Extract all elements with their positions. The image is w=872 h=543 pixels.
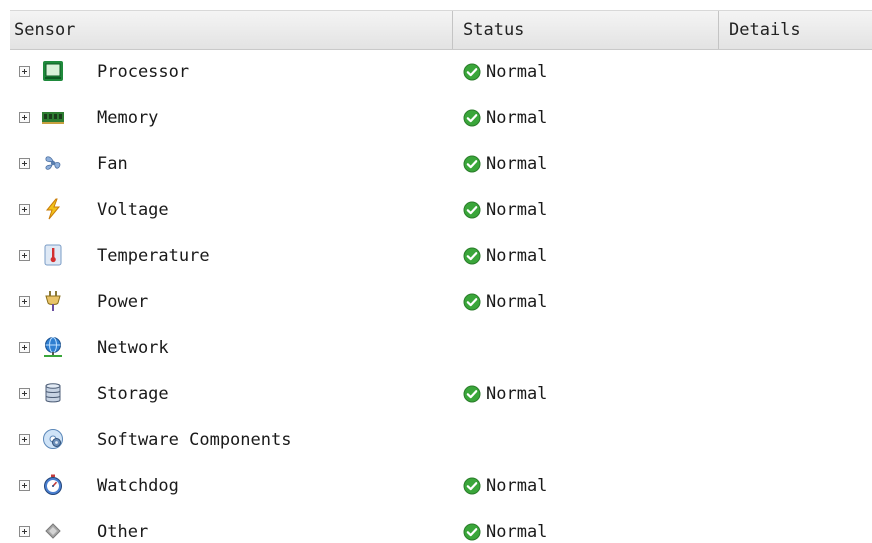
sensor-name: Memory: [97, 108, 159, 128]
table-row[interactable]: Software Components: [0, 418, 872, 464]
check-ok-icon: [463, 155, 481, 173]
sensor-name: Fan: [97, 154, 128, 174]
voltage-icon: [42, 198, 64, 220]
check-ok-icon: [463, 523, 481, 541]
status-text: Normal: [486, 62, 548, 82]
table-row[interactable]: Storage Normal: [0, 372, 872, 418]
expand-toggle-icon[interactable]: [19, 342, 30, 353]
sensor-name: Network: [97, 338, 169, 358]
status-text: Normal: [486, 476, 548, 496]
expand-toggle-icon[interactable]: [19, 158, 30, 169]
sensor-name: Processor: [97, 62, 190, 82]
table-row[interactable]: Voltage Normal: [0, 188, 872, 234]
column-header-details[interactable]: Details: [719, 11, 872, 49]
expand-toggle-icon[interactable]: [19, 112, 30, 123]
watchdog-icon: [42, 474, 64, 496]
table-row[interactable]: Memory Normal: [0, 96, 872, 142]
expand-toggle-icon[interactable]: [19, 250, 30, 261]
sensor-name: Storage: [97, 384, 169, 404]
table-row[interactable]: Watchdog Normal: [0, 464, 872, 510]
processor-icon: [42, 60, 64, 82]
status-text: Normal: [486, 200, 548, 220]
column-header-sensor[interactable]: Sensor: [10, 11, 453, 49]
table-row[interactable]: Processor Normal: [0, 50, 872, 96]
table-row[interactable]: Temperature Normal: [0, 234, 872, 280]
table-row[interactable]: Other Normal: [0, 510, 872, 543]
status-text: Normal: [486, 108, 548, 128]
expand-toggle-icon[interactable]: [19, 388, 30, 399]
sensor-name: Other: [97, 522, 149, 542]
check-ok-icon: [463, 247, 481, 265]
sensor-table: Sensor Status Details Processor Normal M…: [0, 0, 872, 543]
table-row[interactable]: Network: [0, 326, 872, 372]
expand-toggle-icon[interactable]: [19, 66, 30, 77]
fan-icon: [42, 152, 64, 174]
check-ok-icon: [463, 109, 481, 127]
status-text: Normal: [486, 246, 548, 266]
sensor-name: Temperature: [97, 246, 210, 266]
table-row[interactable]: Fan Normal: [0, 142, 872, 188]
sensor-name: Watchdog: [97, 476, 179, 496]
check-ok-icon: [463, 477, 481, 495]
status-text: Normal: [486, 154, 548, 174]
power-plug-icon: [42, 290, 64, 312]
status-text: Normal: [486, 384, 548, 404]
expand-toggle-icon[interactable]: [19, 526, 30, 537]
expand-toggle-icon[interactable]: [19, 296, 30, 307]
status-text: Normal: [486, 522, 548, 542]
software-components-icon: [42, 428, 64, 450]
other-icon: [42, 520, 64, 542]
table-row[interactable]: Power Normal: [0, 280, 872, 326]
check-ok-icon: [463, 63, 481, 81]
network-icon: [42, 336, 64, 358]
expand-toggle-icon[interactable]: [19, 204, 30, 215]
check-ok-icon: [463, 293, 481, 311]
table-body: Processor Normal Memory Normal Fan Norma…: [0, 50, 872, 543]
check-ok-icon: [463, 201, 481, 219]
expand-toggle-icon[interactable]: [19, 480, 30, 491]
check-ok-icon: [463, 385, 481, 403]
table-header: Sensor Status Details: [10, 10, 872, 50]
expand-toggle-icon[interactable]: [19, 434, 30, 445]
status-text: Normal: [486, 292, 548, 312]
column-header-status[interactable]: Status: [453, 11, 719, 49]
sensor-name: Voltage: [97, 200, 169, 220]
thermometer-icon: [42, 244, 64, 266]
sensor-name: Power: [97, 292, 149, 312]
memory-icon: [42, 106, 64, 128]
storage-icon: [42, 382, 64, 404]
sensor-name: Software Components: [97, 430, 292, 450]
